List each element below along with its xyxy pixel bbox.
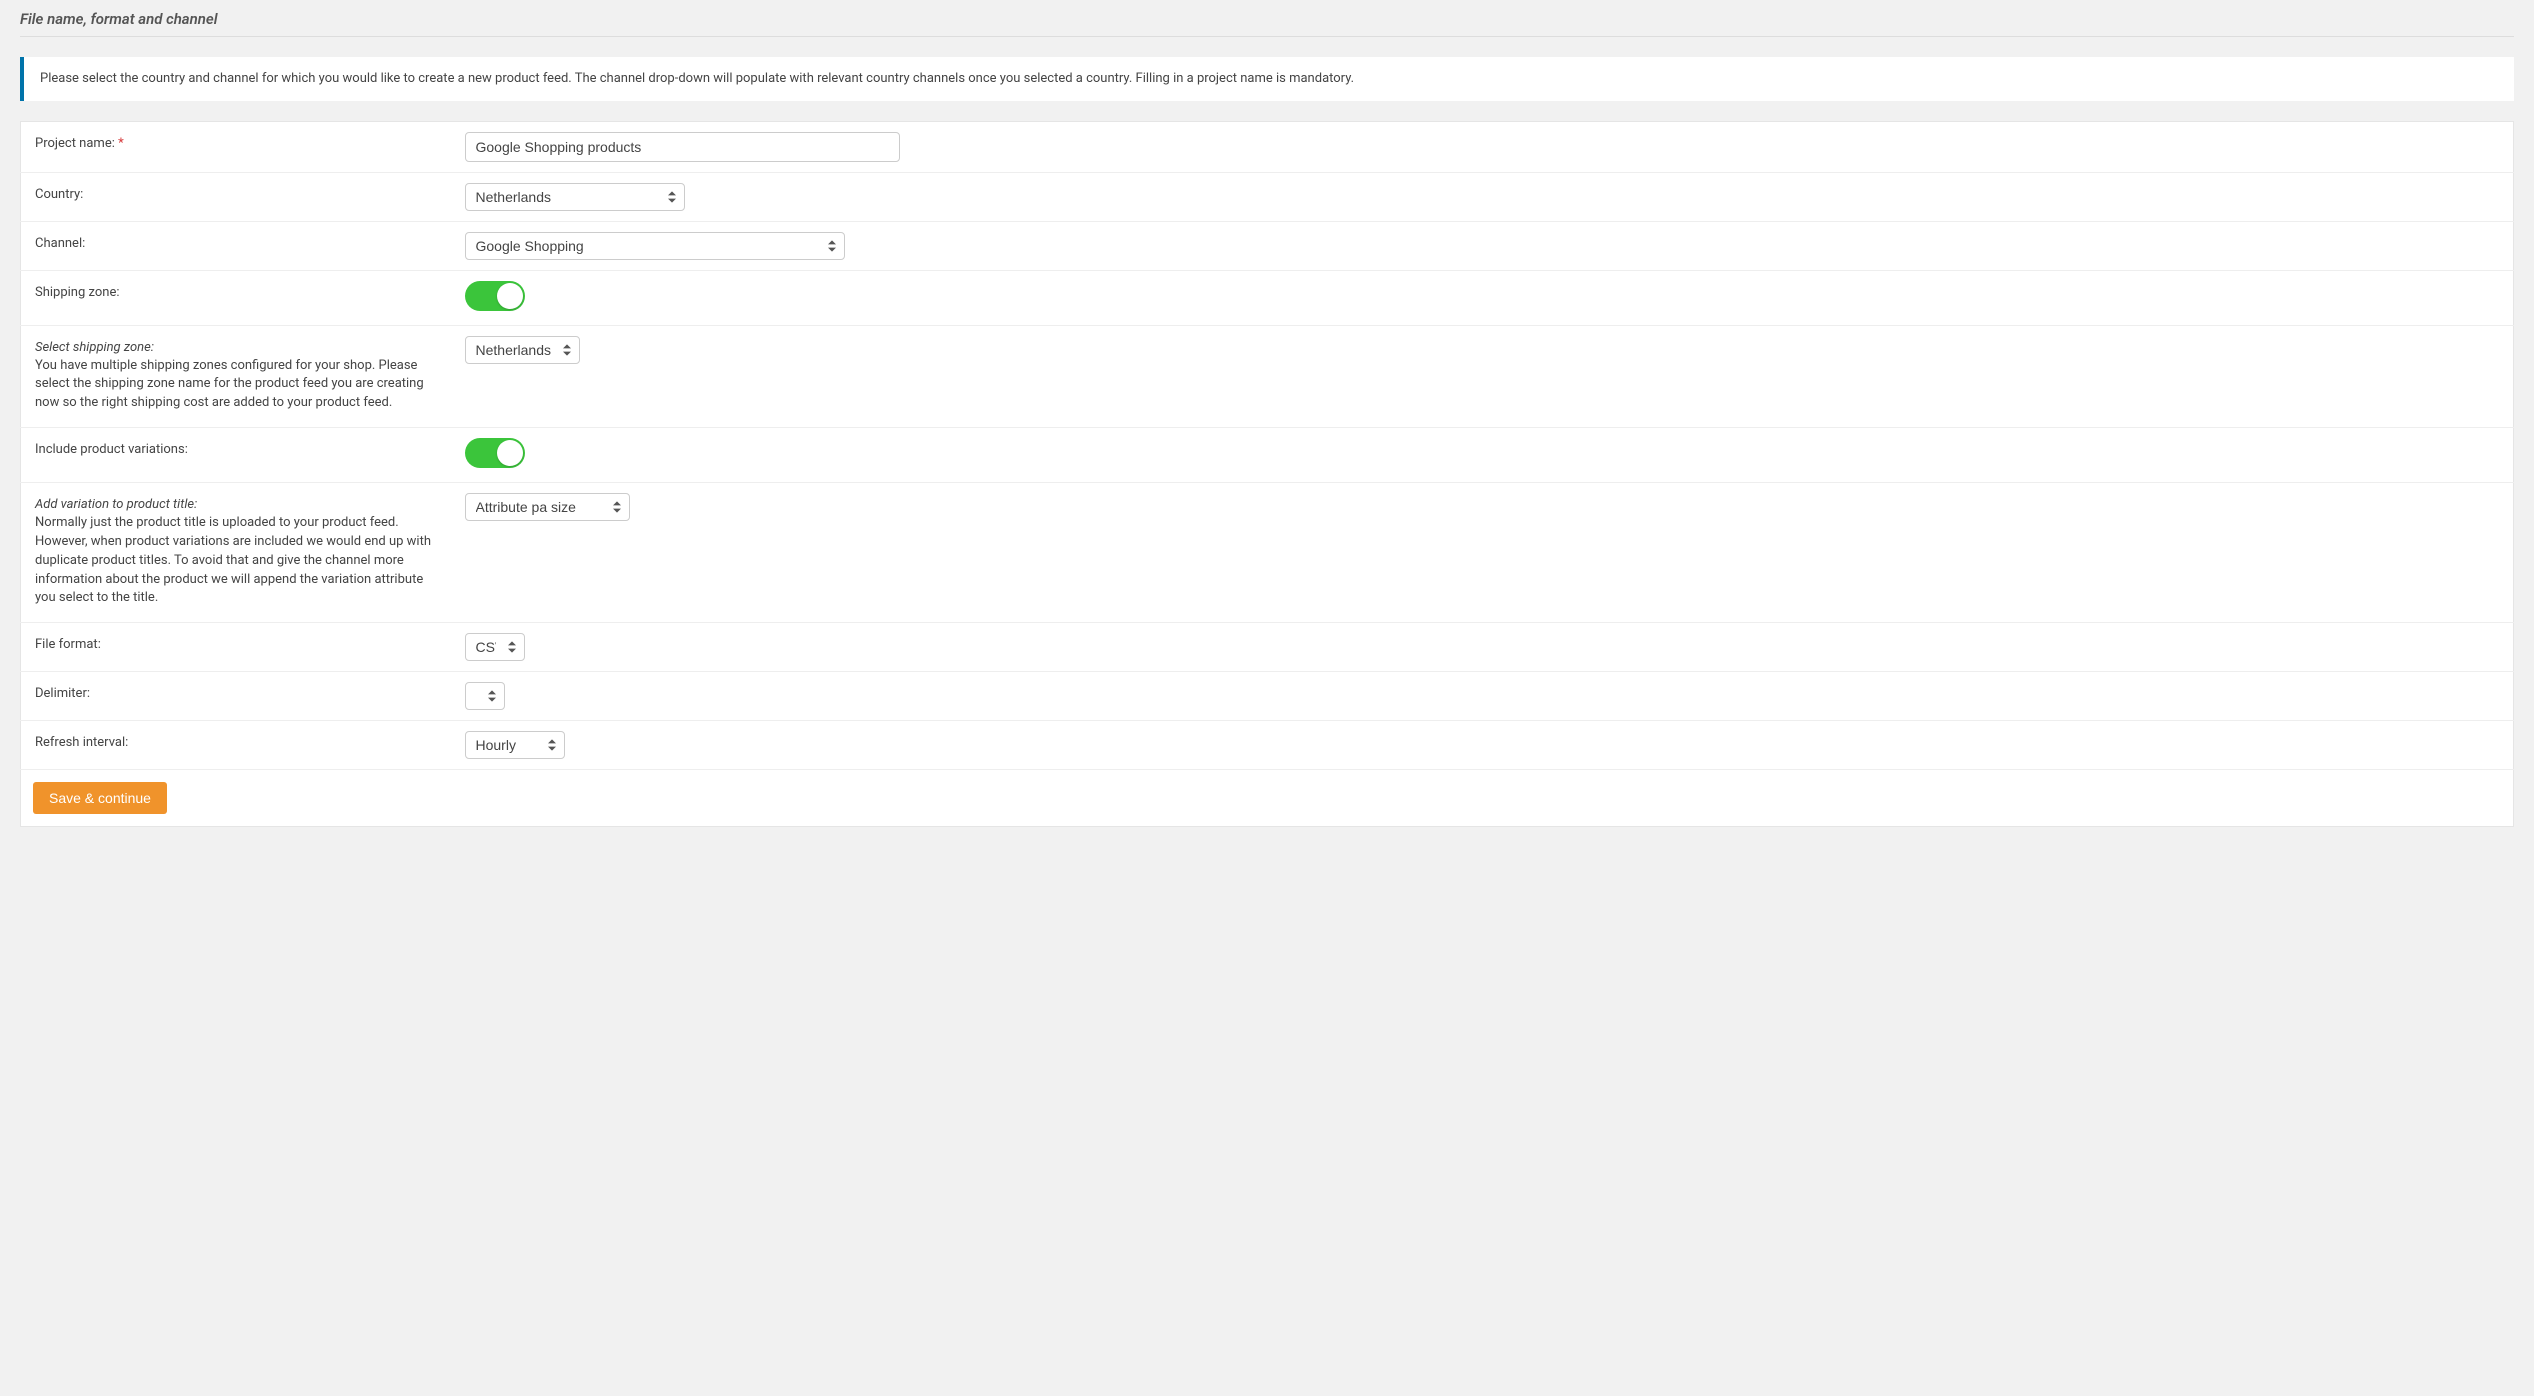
variation-attribute-select[interactable]: Attribute pa size (465, 493, 630, 521)
file-format-label: File format: (35, 637, 101, 652)
save-continue-button[interactable]: Save & continue (33, 782, 167, 814)
include-variations-toggle[interactable] (465, 438, 525, 468)
refresh-interval-select[interactable]: Hourly (465, 731, 565, 759)
delimiter-label: Delimiter: (35, 686, 90, 701)
project-name-input[interactable] (465, 132, 900, 162)
include-variations-label: Include product variations: (35, 442, 188, 457)
info-notice: Please select the country and channel fo… (20, 57, 2514, 101)
channel-label: Channel: (35, 236, 85, 251)
select-shipping-zone-title: Select shipping zone: (35, 340, 437, 355)
required-mark: * (118, 136, 124, 151)
toggle-thumb (497, 440, 523, 466)
shipping-zone-label: Shipping zone: (35, 285, 120, 300)
section-title: File name, format and channel (20, 10, 2514, 37)
shipping-zone-select[interactable]: Netherlands (465, 336, 580, 364)
delimiter-select[interactable]: ; (465, 682, 505, 710)
refresh-interval-label: Refresh interval: (35, 735, 128, 750)
project-name-label: Project name: (35, 136, 115, 151)
country-label: Country: (35, 187, 83, 202)
add-variation-title-desc: Normally just the product title is uploa… (35, 515, 431, 605)
toggle-thumb (497, 283, 523, 309)
country-select[interactable]: Netherlands (465, 183, 685, 211)
form-table: Project name: * Country: Netherlands Cha… (20, 121, 2514, 828)
file-format-select[interactable]: CSV (465, 633, 525, 661)
select-shipping-zone-desc: You have multiple shipping zones configu… (35, 358, 424, 411)
channel-select[interactable]: Google Shopping (465, 232, 845, 260)
add-variation-title-label: Add variation to product title: (35, 497, 437, 512)
shipping-zone-toggle[interactable] (465, 281, 525, 311)
